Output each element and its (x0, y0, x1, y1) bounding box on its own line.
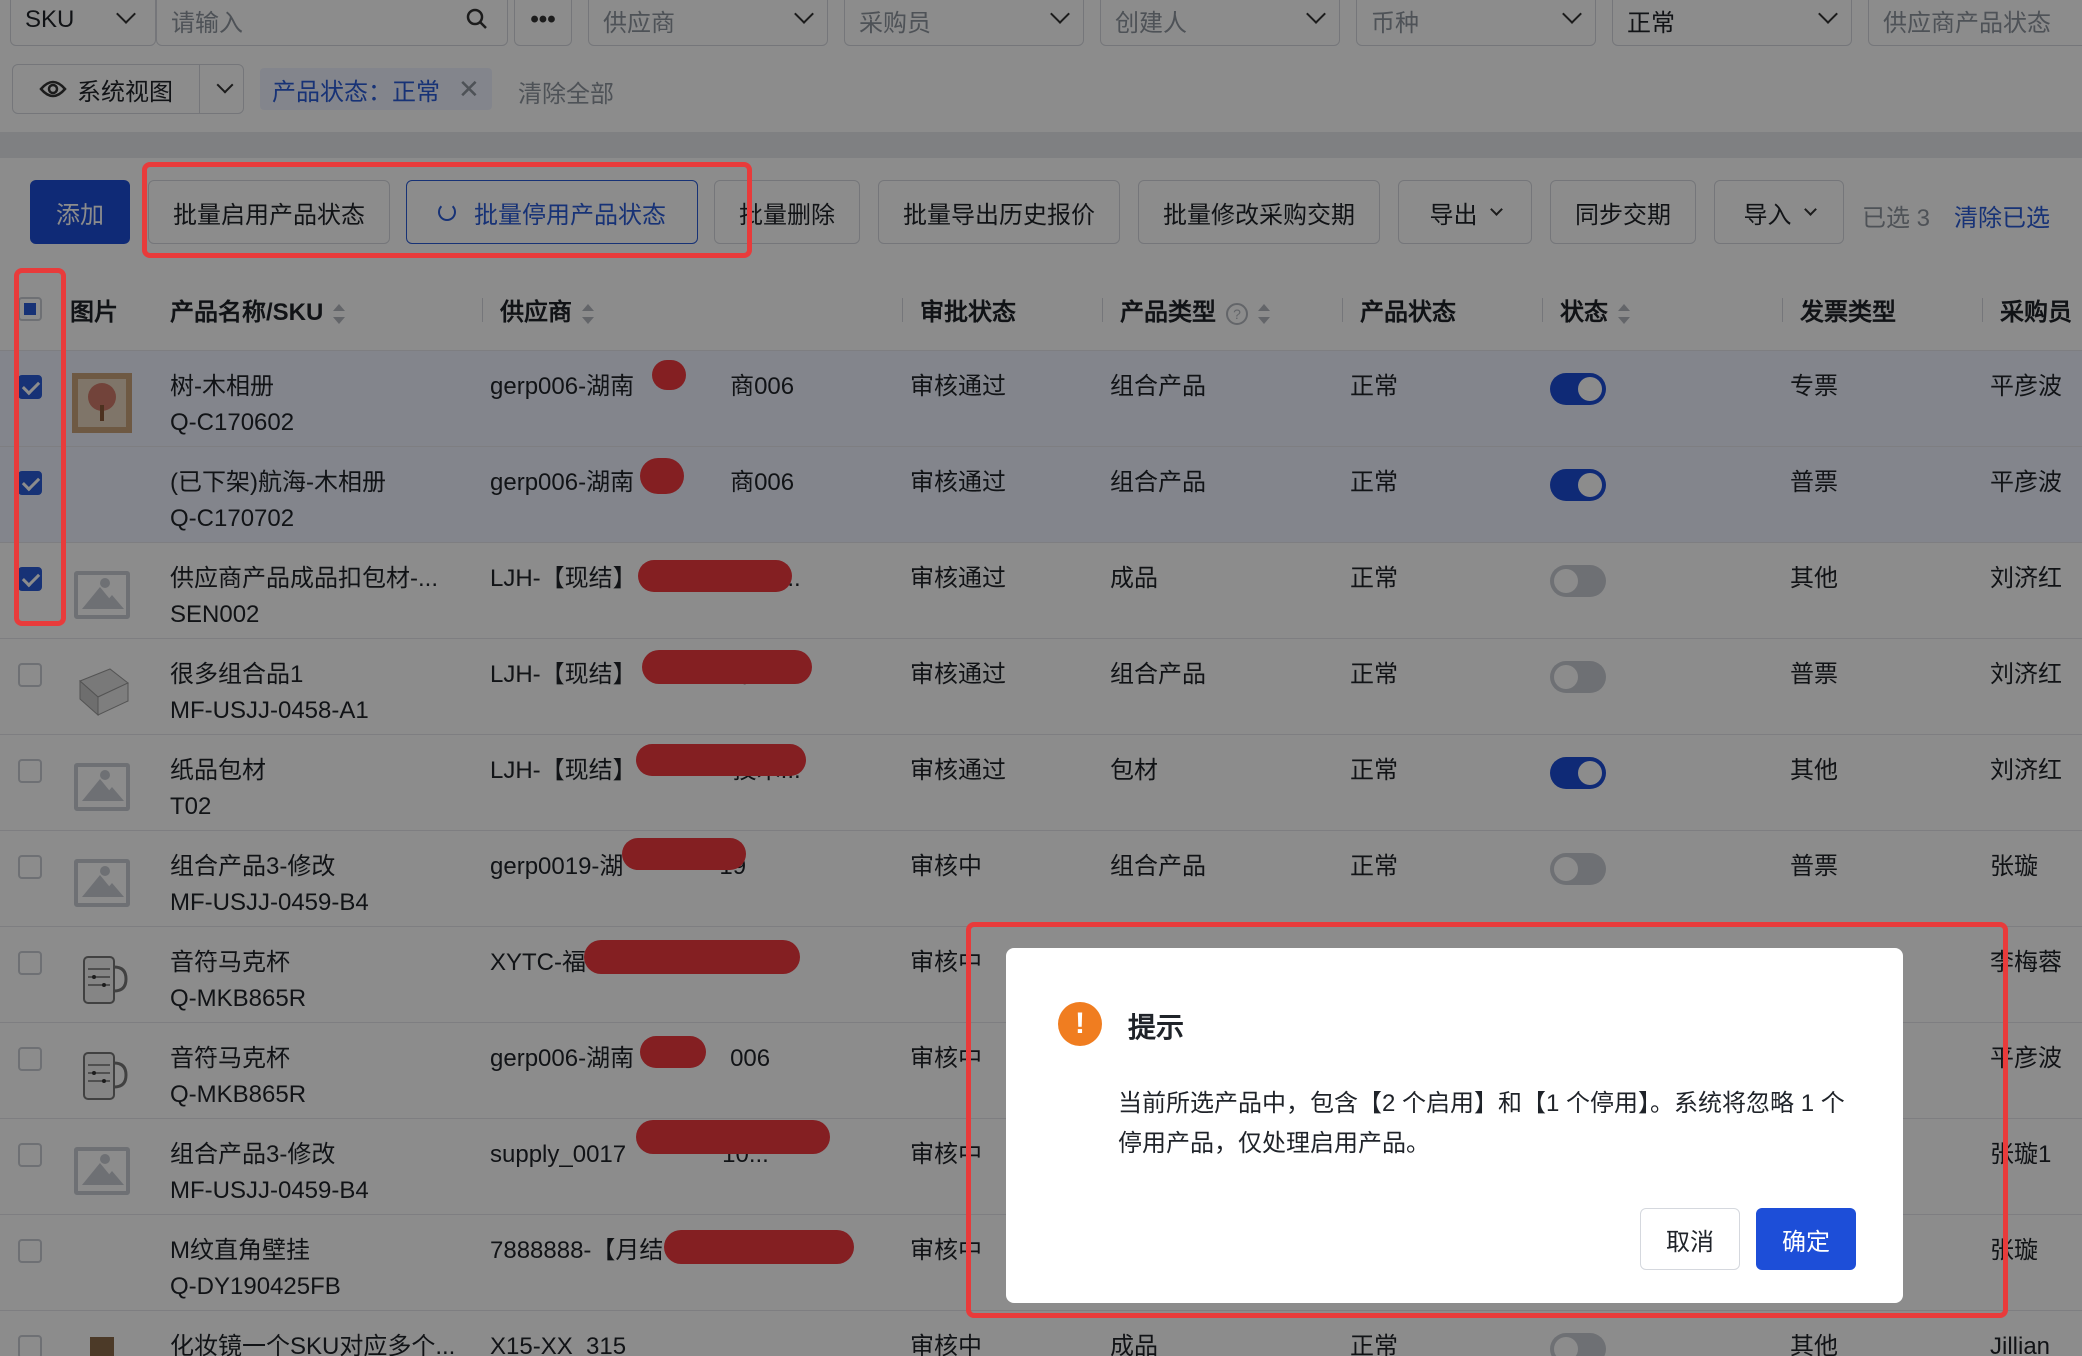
warning-icon: ! (1058, 1002, 1102, 1046)
confirm-dialog: ! 提示 当前所选产品中，包含【2 个启用】和【1 个停用】。系统将忽略 1 个… (1006, 948, 1903, 1303)
cancel-button[interactable]: 取消 (1640, 1208, 1740, 1270)
annotation-box-checkboxes (14, 268, 66, 626)
annotation-box-toolbar (142, 162, 752, 258)
dialog-message: 当前所选产品中，包含【2 个启用】和【1 个停用】。系统将忽略 1 个停用产品，… (1118, 1090, 1845, 1157)
dialog-title: 提示 (1128, 1012, 1185, 1043)
confirm-button[interactable]: 确定 (1756, 1208, 1856, 1270)
